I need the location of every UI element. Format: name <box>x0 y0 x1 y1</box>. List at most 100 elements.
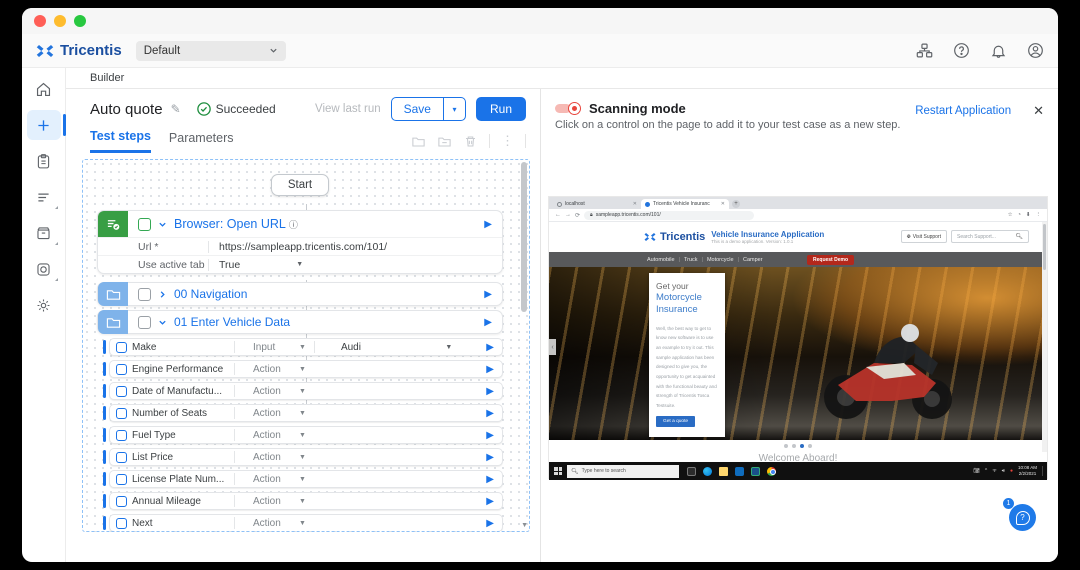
close-window-button[interactable] <box>34 15 46 27</box>
account-avatar-icon[interactable] <box>1027 42 1044 59</box>
active-tab-field-row[interactable]: Use active tab True ▼ <box>98 255 502 273</box>
edit-title-icon[interactable]: ✎ <box>171 102 181 116</box>
workspace-selector[interactable]: Default <box>136 41 286 61</box>
new-tab-button[interactable]: + <box>732 200 740 208</box>
test-steps-canvas[interactable]: Start Browser: Open URL ⓘ ▶ <box>82 159 530 532</box>
download-icon[interactable]: ⬇ <box>1026 212 1031 218</box>
close-tab-icon[interactable]: ✕ <box>721 201 725 207</box>
row-checkbox[interactable] <box>116 364 127 375</box>
folder-checkbox[interactable] <box>138 316 151 329</box>
browser-address-bar[interactable]: ← → ⟳ 🔒︎sampleapp.tricentis.com/101/ ☆◔⬇… <box>549 209 1047 222</box>
run-step-icon[interactable]: ▶ <box>486 474 494 485</box>
step-row-engine-performance[interactable]: Engine PerformanceAction▼▶ <box>109 360 503 378</box>
visit-support-button[interactable]: 🌐︎Visit Support <box>901 230 947 243</box>
dropdown-caret-icon[interactable]: ▼ <box>299 476 306 483</box>
row-checkbox[interactable] <box>116 430 127 441</box>
carousel-prev-arrow[interactable]: ‹ <box>549 339 556 355</box>
folder-title[interactable]: 01 Enter Vehicle Data <box>174 315 290 329</box>
carousel-dot[interactable] <box>784 444 788 448</box>
url-field-row[interactable]: Url * https://sampleapp.tricentis.com/10… <box>98 237 502 255</box>
scroll-down-arrow-icon[interactable]: ▼ <box>521 522 528 529</box>
collapse-chevron-icon[interactable] <box>158 318 167 327</box>
row-checkbox[interactable] <box>116 474 127 485</box>
step-row-license-plate[interactable]: License Plate Num...Action▼▶ <box>109 470 503 488</box>
folder-navigation[interactable]: 00 Navigation ▶ <box>97 282 503 306</box>
step-row-date-of-manufacture[interactable]: Date of Manufactu...Action▼▶ <box>109 382 503 400</box>
delete-trash-icon[interactable] <box>463 134 478 149</box>
view-last-run-link[interactable]: View last run <box>315 103 381 115</box>
run-step-icon[interactable]: ▶ <box>486 408 494 419</box>
forward-icon[interactable]: → <box>565 212 571 218</box>
run-step-icon[interactable]: ▶ <box>486 342 494 353</box>
step-type-dropdown[interactable]: Action <box>253 430 299 441</box>
step-type-dropdown[interactable]: Action <box>253 496 299 507</box>
url-bar[interactable]: 🔒︎sampleapp.tricentis.com/101/ <box>584 211 754 220</box>
url-field-value[interactable]: https://sampleapp.tricentis.com/101/ <box>219 241 387 253</box>
dropdown-caret-icon[interactable]: ▼ <box>299 344 306 351</box>
save-button[interactable]: Save <box>392 98 443 120</box>
edge-browser-icon[interactable] <box>703 467 712 476</box>
step-row-list-price[interactable]: List PriceAction▼▶ <box>109 448 503 466</box>
tab-parameters[interactable]: Parameters <box>169 131 234 152</box>
step-type-dropdown[interactable]: Action <box>253 452 299 463</box>
collapse-chevron-icon[interactable] <box>158 220 167 229</box>
dropdown-caret-icon[interactable]: ▼ <box>299 454 306 461</box>
run-step-icon[interactable]: ▶ <box>486 364 494 375</box>
taskbar-search[interactable]: 🔍︎Type here to search <box>567 465 679 478</box>
minimize-window-button[interactable] <box>54 15 66 27</box>
dropdown-caret-icon[interactable]: ▼ <box>299 432 306 439</box>
task-view-icon[interactable] <box>687 467 696 476</box>
browser-tab-inactive[interactable]: localhost✕ <box>553 199 641 209</box>
dropdown-caret-icon[interactable]: ▼ <box>299 388 306 395</box>
run-step-icon[interactable]: ▶ <box>486 496 494 507</box>
step-type-dropdown[interactable]: Action <box>253 518 299 529</box>
network-icon[interactable]: ᯤ <box>992 468 997 474</box>
camera-tray-icon[interactable]: 📷︎ <box>974 468 980 474</box>
step-value[interactable]: Audi <box>341 342 361 353</box>
step-type-dropdown[interactable]: Action <box>253 386 299 397</box>
row-checkbox[interactable] <box>116 386 127 397</box>
chrome-browser-icon[interactable] <box>767 467 776 476</box>
carousel-dot[interactable] <box>792 444 796 448</box>
dropdown-caret-icon[interactable]: ▼ <box>299 410 306 417</box>
sidebar-item-testcases[interactable] <box>27 146 61 176</box>
tray-expand-icon[interactable]: ^ <box>985 468 987 474</box>
run-button[interactable]: Run <box>476 97 526 121</box>
sidebar-item-integrations[interactable] <box>27 254 61 284</box>
help-chat-widget[interactable]: 1 ? <box>1002 497 1036 531</box>
sidebar-item-new[interactable] <box>27 110 61 140</box>
notifications-bell-icon[interactable] <box>990 42 1007 59</box>
photos-icon[interactable] <box>751 467 760 476</box>
step-row-annual-mileage[interactable]: Annual MileageAction▼▶ <box>109 492 503 510</box>
menu-icon[interactable]: ⋮ <box>1036 212 1042 218</box>
run-folder-icon[interactable]: ▶ <box>484 317 492 328</box>
start-node[interactable]: Start <box>271 174 329 196</box>
row-checkbox[interactable] <box>116 408 127 419</box>
sidebar-item-results[interactable] <box>27 182 61 212</box>
expand-chevron-icon[interactable] <box>158 290 167 299</box>
nav-motorcycle[interactable]: Motorcycle <box>707 257 734 263</box>
value-dropdown-caret-icon[interactable]: ▼ <box>445 344 452 351</box>
nav-truck[interactable]: Truck <box>684 257 698 263</box>
nav-automobile[interactable]: Automobile <box>647 257 675 263</box>
active-tab-value[interactable]: True <box>219 259 240 271</box>
add-folder-icon[interactable] <box>411 134 426 149</box>
step-row-fuel-type[interactable]: Fuel TypeAction▼▶ <box>109 426 503 444</box>
save-dropdown-button[interactable]: ▾ <box>443 98 465 120</box>
profile-icon[interactable]: ◔ <box>1018 212 1021 218</box>
remote-browser-view[interactable]: localhost✕ Tricentis Vehicle Insuranc✕ +… <box>549 197 1047 478</box>
group-folder-icon[interactable] <box>437 134 452 149</box>
dropdown-caret-icon[interactable]: ▼ <box>299 520 306 527</box>
folder-enter-vehicle-data[interactable]: 01 Enter Vehicle Data ▶ <box>97 310 503 334</box>
nav-camper[interactable]: Camper <box>743 257 763 263</box>
info-icon[interactable]: ⓘ <box>289 218 298 231</box>
page-scrollbar[interactable] <box>1042 222 1047 452</box>
step-type-dropdown[interactable]: Action <box>253 408 299 419</box>
run-step-icon[interactable]: ▶ <box>484 219 492 230</box>
row-checkbox[interactable] <box>116 342 127 353</box>
step-type-dropdown[interactable]: Action <box>253 474 299 485</box>
file-explorer-icon[interactable] <box>719 467 728 476</box>
folder-title[interactable]: 00 Navigation <box>174 287 247 301</box>
extensions-icon[interactable]: ☆ <box>1008 212 1013 218</box>
taskbar-clock[interactable]: 10:08 AM2/2/2021 <box>1018 465 1037 476</box>
